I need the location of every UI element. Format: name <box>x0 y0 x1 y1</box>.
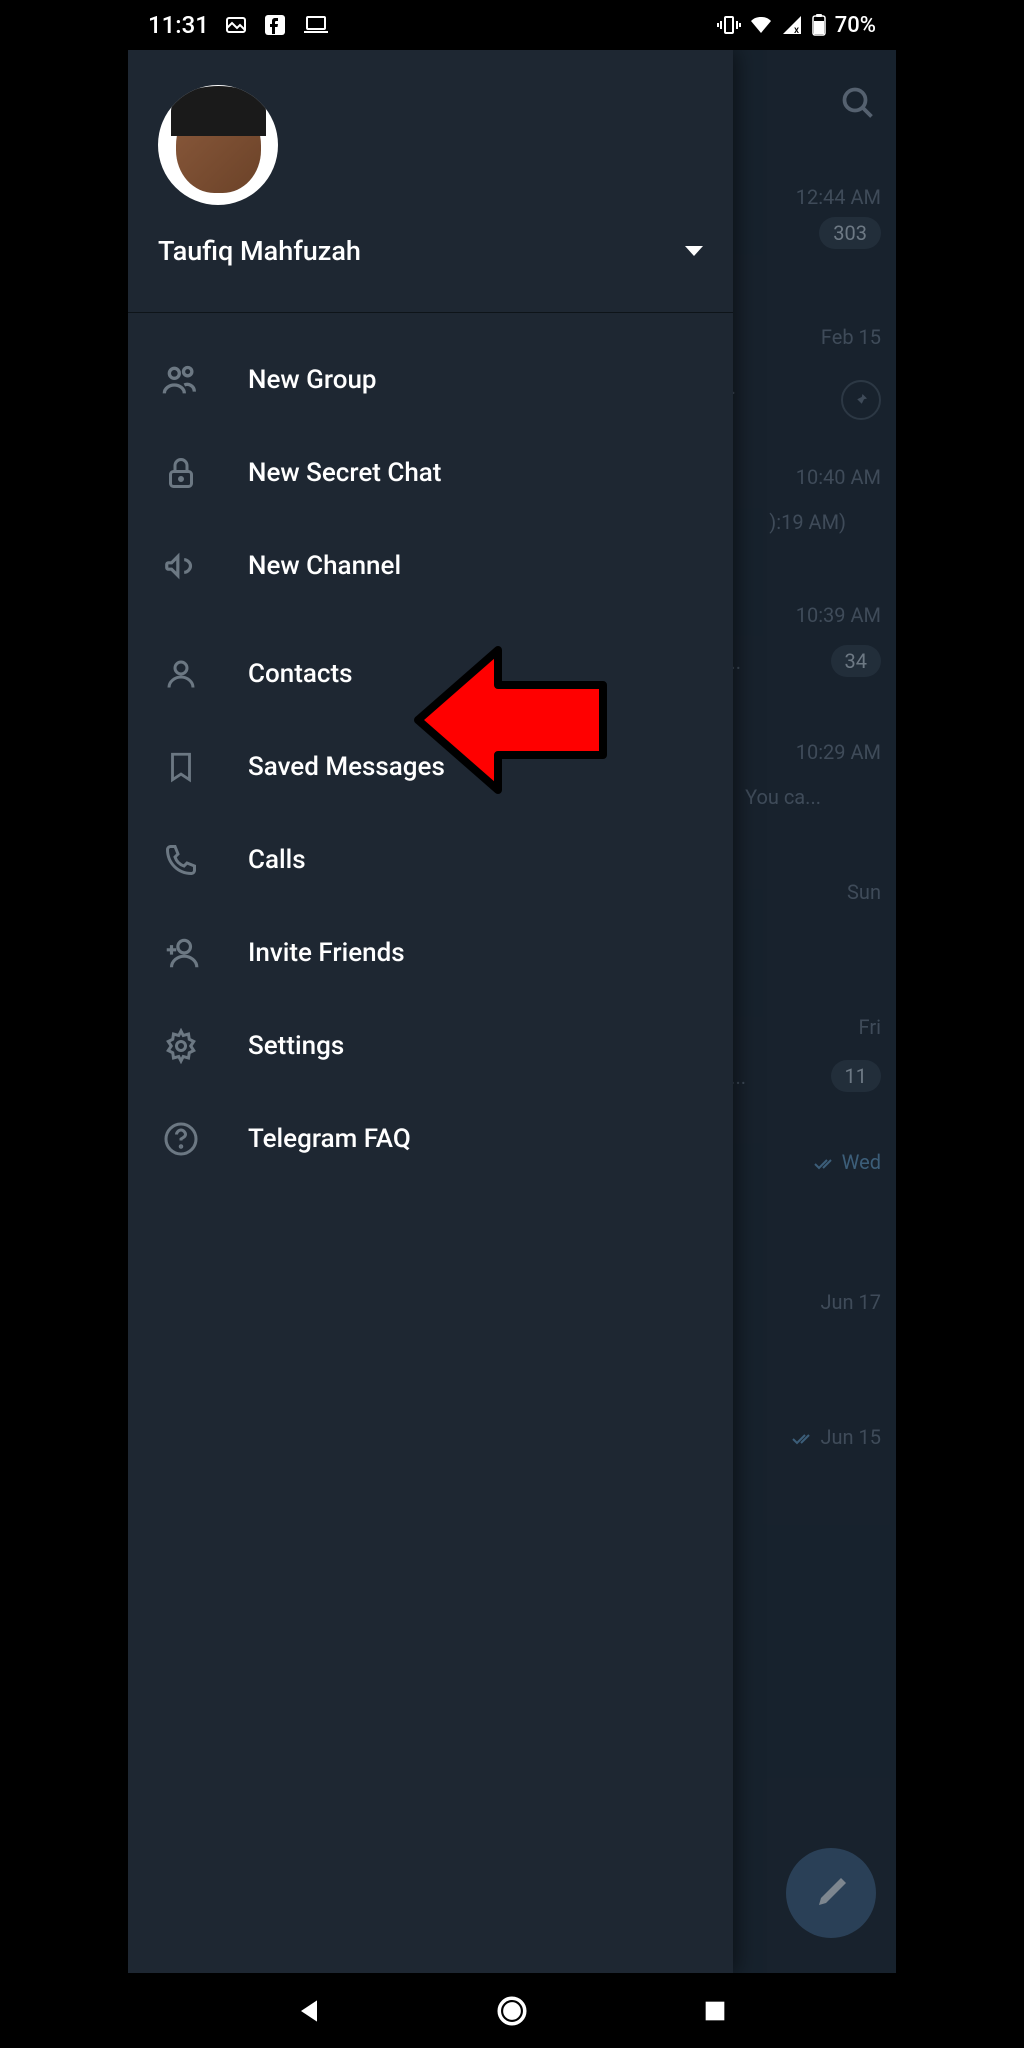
help-icon <box>158 1116 203 1161</box>
megaphone-icon <box>158 543 203 588</box>
lock-icon <box>158 450 203 495</box>
nav-back-button[interactable] <box>284 1986 334 2036</box>
drawer-menu: New Group New Secret Chat New Channel <box>128 313 733 1205</box>
add-person-icon <box>158 930 203 975</box>
menu-label: Telegram FAQ <box>248 1124 411 1154</box>
account-dropdown-icon[interactable] <box>685 246 703 256</box>
facebook-icon <box>263 13 287 37</box>
android-nav-bar <box>128 1973 896 2048</box>
menu-label: Contacts <box>248 659 352 689</box>
nav-recent-button[interactable] <box>690 1986 740 2036</box>
bookmark-icon <box>158 744 203 789</box>
gear-icon <box>158 1023 203 1068</box>
menu-saved-messages[interactable]: Saved Messages <box>128 720 733 813</box>
username-label: Taufiq Mahfuzah <box>158 235 361 267</box>
status-bar: 11:31 x 70% <box>128 0 896 50</box>
menu-label: Settings <box>248 1031 344 1061</box>
compose-fab[interactable] <box>786 1848 876 1938</box>
menu-new-secret-chat[interactable]: New Secret Chat <box>128 426 733 519</box>
menu-faq[interactable]: Telegram FAQ <box>128 1092 733 1185</box>
menu-label: New Channel <box>248 551 401 581</box>
menu-invite-friends[interactable]: Invite Friends <box>128 906 733 999</box>
menu-label: Calls <box>248 845 306 875</box>
menu-calls[interactable]: Calls <box>128 813 733 906</box>
image-icon <box>224 13 248 37</box>
wifi-icon <box>749 13 773 37</box>
menu-new-channel[interactable]: New Channel <box>128 519 733 612</box>
battery-icon <box>811 13 827 37</box>
user-avatar[interactable] <box>158 85 278 205</box>
vibrate-icon <box>717 13 741 37</box>
menu-contacts[interactable]: Contacts <box>128 627 733 720</box>
navigation-drawer: Taufiq Mahfuzah New Group New Secre <box>128 50 733 1973</box>
phone-icon <box>158 837 203 882</box>
menu-label: New Secret Chat <box>248 458 441 488</box>
menu-settings[interactable]: Settings <box>128 999 733 1092</box>
svg-text:x: x <box>794 25 799 36</box>
menu-label: New Group <box>248 365 377 395</box>
pin-icon <box>841 380 881 420</box>
menu-label: Saved Messages <box>248 752 445 782</box>
status-time: 11:31 <box>148 11 209 39</box>
battery-percent: 70% <box>835 13 876 38</box>
signal-icon: x <box>781 14 803 36</box>
menu-new-group[interactable]: New Group <box>128 333 733 426</box>
drawer-header: Taufiq Mahfuzah <box>128 50 733 287</box>
group-icon <box>158 357 203 402</box>
nav-home-button[interactable] <box>487 1986 537 2036</box>
person-icon <box>158 651 203 696</box>
laptop-icon <box>302 13 330 37</box>
search-icon[interactable] <box>840 85 876 121</box>
menu-label: Invite Friends <box>248 938 405 968</box>
